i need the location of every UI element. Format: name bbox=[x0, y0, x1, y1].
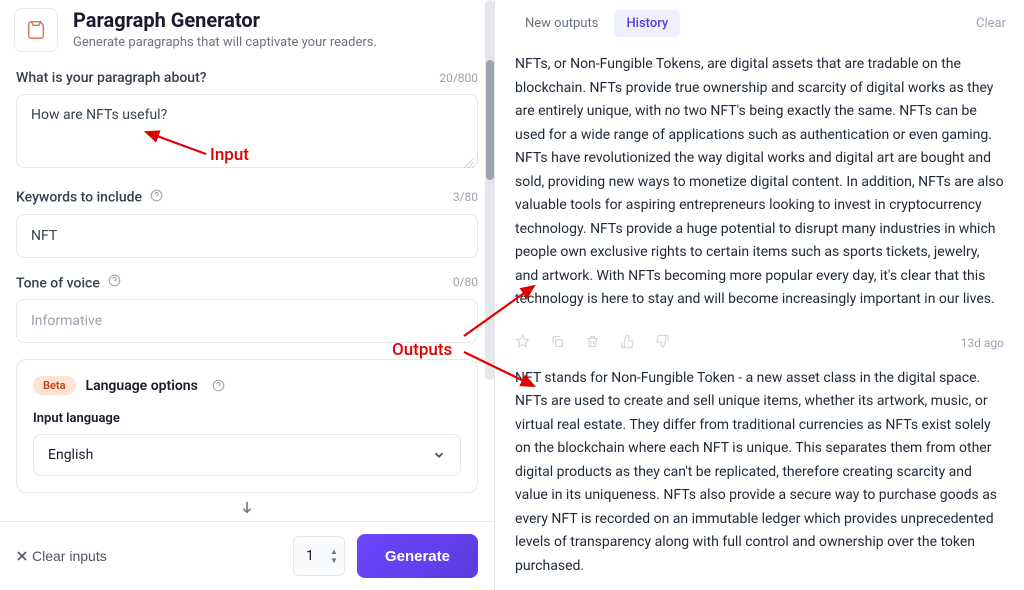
scrollbar-track[interactable] bbox=[485, 0, 495, 380]
thumbs-up-icon[interactable] bbox=[620, 334, 635, 353]
app-logo-icon bbox=[14, 8, 58, 52]
topic-label: What is your paragraph about? bbox=[16, 70, 207, 86]
beta-badge: Beta bbox=[33, 376, 76, 395]
input-panel: Paragraph Generator Generate paragraphs … bbox=[0, 0, 495, 590]
help-icon[interactable] bbox=[149, 188, 163, 202]
stepper-up-icon[interactable]: ▲ bbox=[330, 547, 338, 556]
generate-button[interactable]: Generate bbox=[357, 534, 478, 578]
input-language-select[interactable]: English bbox=[33, 434, 461, 476]
output-header: New outputs History Clear bbox=[495, 0, 1024, 47]
scrollbar-thumb[interactable] bbox=[486, 60, 494, 180]
input-language-label: Input language bbox=[33, 411, 461, 426]
output-timestamp: 13d ago bbox=[961, 336, 1004, 350]
tone-label: Tone of voice bbox=[16, 274, 121, 292]
form-body: What is your paragraph about? 20/800 Key… bbox=[0, 70, 494, 521]
tab-history[interactable]: History bbox=[614, 10, 680, 37]
output-actions: 13d ago bbox=[515, 326, 1004, 367]
copy-icon[interactable] bbox=[550, 334, 565, 353]
topic-count: 20/800 bbox=[439, 71, 478, 85]
quantity-stepper[interactable]: 1 ▲ ▼ bbox=[293, 536, 345, 576]
delete-icon[interactable] bbox=[585, 334, 600, 353]
keywords-label: Keywords to include bbox=[16, 188, 163, 206]
close-icon bbox=[16, 550, 28, 562]
outputs-list: NFTs, or Non-Fungible Tokens, are digita… bbox=[495, 47, 1024, 590]
language-options-card: Beta Language options Input language Eng… bbox=[16, 359, 478, 493]
help-icon[interactable] bbox=[212, 379, 226, 393]
tone-count: 0/80 bbox=[453, 275, 478, 289]
clear-outputs-button[interactable]: Clear bbox=[976, 16, 1006, 31]
output-item: NFT stands for Non-Fungible Token - a ne… bbox=[515, 367, 1004, 579]
output-item: NFTs, or Non-Fungible Tokens, are digita… bbox=[515, 53, 1004, 312]
keywords-count: 3/80 bbox=[453, 190, 478, 204]
app-subtitle: Generate paragraphs that will captivate … bbox=[73, 35, 377, 50]
tab-new-outputs[interactable]: New outputs bbox=[513, 10, 610, 37]
app-header: Paragraph Generator Generate paragraphs … bbox=[0, 0, 494, 70]
input-language-value: English bbox=[48, 447, 93, 463]
tone-input[interactable] bbox=[16, 299, 478, 343]
clear-inputs-button[interactable]: Clear inputs bbox=[16, 548, 107, 564]
chevron-down-icon bbox=[432, 448, 446, 462]
app-title: Paragraph Generator bbox=[73, 8, 377, 32]
thumbs-down-icon[interactable] bbox=[655, 334, 670, 353]
language-options-title: Language options bbox=[86, 378, 198, 394]
output-panel: New outputs History Clear NFTs, or Non-F… bbox=[495, 0, 1024, 590]
topic-textarea[interactable] bbox=[16, 94, 478, 168]
help-icon[interactable] bbox=[107, 274, 121, 288]
favorite-icon[interactable] bbox=[515, 334, 530, 353]
scroll-down-indicator bbox=[16, 493, 478, 521]
keywords-input[interactable] bbox=[16, 214, 478, 258]
bottom-bar: Clear inputs 1 ▲ ▼ Generate bbox=[0, 521, 494, 590]
stepper-down-icon[interactable]: ▼ bbox=[330, 556, 338, 565]
resize-handle-icon[interactable] bbox=[464, 158, 474, 168]
